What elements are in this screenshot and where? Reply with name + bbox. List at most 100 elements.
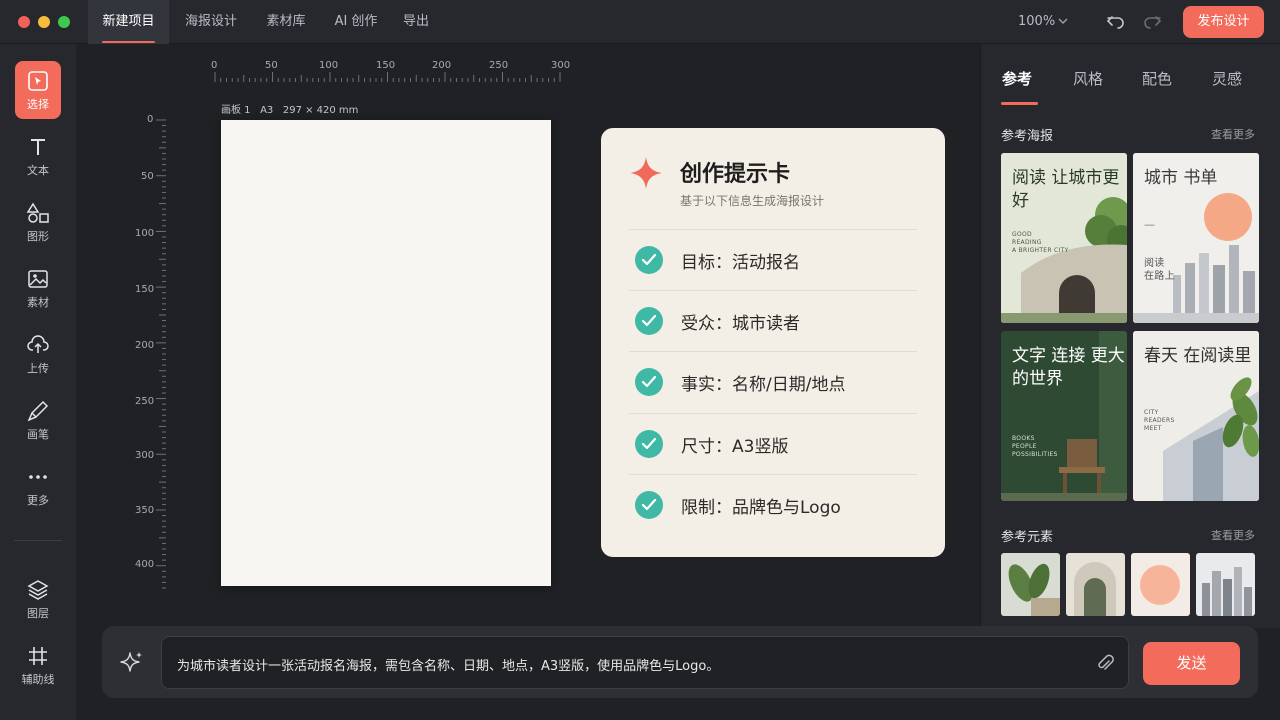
ruler-label: 150 <box>376 60 396 71</box>
reference-poster[interactable]: 城市 书单 — 阅读 在路上 <box>1133 153 1259 323</box>
tool-label: 辅助线 <box>21 673 55 686</box>
prompt-card-item: 事实：名称/日期/地点 <box>629 351 917 413</box>
artboard-dims: 297 × 420 mm <box>282 105 359 116</box>
left-toolbar: 选择 文本 图形 素材 上传 画笔 更多 图层 辅助线 <box>0 44 76 720</box>
artboard-size: A3 <box>260 105 274 116</box>
shapes-icon <box>26 202 49 223</box>
grid-icon <box>29 647 47 665</box>
artboard-label: 画板 1 A3 297 × 420 mm <box>221 101 358 116</box>
tool-label: 更多 <box>27 494 49 507</box>
toolbar-divider <box>14 540 62 541</box>
prompt-input[interactable]: 为城市读者设计一张活动报名海报，需包含名称、日期、地点，A3竖版，使用品牌色与L… <box>161 636 1129 689</box>
reference-poster[interactable]: 春天 在阅读里 CITY READERS MEET <box>1133 331 1259 501</box>
check-circle-icon <box>635 307 663 335</box>
send-button[interactable]: 发送 <box>1143 642 1240 685</box>
tool-select[interactable]: 选择 <box>15 61 61 119</box>
tool-more[interactable]: 更多 <box>15 457 61 515</box>
reference-poster[interactable]: 文字 连接 更大的世界 BOOKS PEOPLE POSSIBILITIES <box>1001 331 1127 501</box>
poster-subtitle: CITY READERS MEET <box>1144 409 1175 432</box>
prompt-card-item: 受众：城市读者 <box>629 290 917 352</box>
reference-poster[interactable]: 阅读 让城市更好 GOOD READING A BRIGHTER CITY <box>1001 153 1127 323</box>
tool-guides[interactable]: 辅助线 <box>15 636 61 694</box>
artboard-name: 画板 1 <box>221 105 251 116</box>
tab-reference[interactable]: 参考 <box>1002 68 1032 89</box>
zoom-value: 100% <box>1018 14 1056 29</box>
ruler-label: 50 <box>141 171 154 182</box>
tab-inspiration[interactable]: 灵感 <box>1212 68 1242 89</box>
publish-button[interactable]: 发布设计 <box>1183 6 1264 38</box>
tool-label: 素材 <box>27 296 49 309</box>
tab-export[interactable]: 导出 <box>395 0 437 44</box>
upload-icon <box>27 335 49 353</box>
poster-title: 阅读 让城市更好 <box>1012 168 1120 211</box>
prompt-card-item: 限制：品牌色与Logo <box>629 474 917 536</box>
tool-label: 画笔 <box>27 428 49 441</box>
check-circle-icon <box>635 430 663 458</box>
tab-style[interactable]: 风格 <box>1073 68 1103 89</box>
ruler-label: 350 <box>135 505 155 516</box>
elements-see-more-link[interactable]: 查看更多 <box>1211 527 1255 543</box>
prompt-card-subtitle: 基于以下信息生成海报设计 <box>680 194 825 208</box>
tab-asset-library[interactable]: 素材库 <box>255 0 317 44</box>
ruler-label: 150 <box>135 284 155 295</box>
tool-label: 上传 <box>27 362 49 375</box>
tab-ai-create[interactable]: AI 创作 <box>325 0 387 44</box>
artboard[interactable] <box>221 120 551 586</box>
tool-brush[interactable]: 画笔 <box>15 391 61 449</box>
more-icon <box>29 475 47 479</box>
tool-upload[interactable]: 上传 <box>15 325 61 383</box>
tool-assets[interactable]: 素材 <box>15 259 61 317</box>
element-thumbnail-plant[interactable] <box>1001 553 1060 616</box>
undo-icon[interactable] <box>1106 12 1126 32</box>
ruler-label: 400 <box>135 559 155 570</box>
zoom-dropdown[interactable]: 100% <box>1018 13 1068 31</box>
ruler-label: 200 <box>432 60 452 71</box>
ai-sparkle-icon[interactable] <box>120 650 144 674</box>
poster-title: 文字 连接 更大的世界 <box>1012 346 1125 389</box>
check-circle-icon <box>635 491 663 519</box>
right-panel: 参考 风格 配色 灵感 参考海报 查看更多 阅读 让城市更好 GOOD READ… <box>980 44 1280 628</box>
element-thumbnail-sun[interactable] <box>1131 553 1190 616</box>
ruler-label: 300 <box>135 450 155 461</box>
tool-label: 选择 <box>27 98 49 111</box>
prompt-card-item-text: 限制：品牌色与Logo <box>681 498 841 518</box>
prompt-card: 创作提示卡 基于以下信息生成海报设计 目标：活动报名 受众：城市读者 事实：名称… <box>601 128 945 557</box>
element-thumbnail-arch[interactable] <box>1066 553 1125 616</box>
image-icon <box>28 270 48 288</box>
tool-shapes[interactable]: 图形 <box>15 193 61 251</box>
poster-subtitle: BOOKS PEOPLE POSSIBILITIES <box>1012 435 1058 458</box>
paperclip-icon[interactable] <box>1096 653 1114 673</box>
prompt-card-item: 尺寸：A3竖版 <box>629 413 917 475</box>
prompt-card-item: 目标：活动报名 <box>629 229 917 291</box>
ruler-label: 0 <box>211 60 218 71</box>
tab-palette[interactable]: 配色 <box>1142 68 1172 89</box>
ruler-label: 300 <box>551 60 571 71</box>
check-circle-icon <box>635 368 663 396</box>
posters-see-more-link[interactable]: 查看更多 <box>1211 126 1255 142</box>
poster-dash: — <box>1144 218 1156 231</box>
brush-icon <box>27 400 49 422</box>
reference-posters-title: 参考海报 <box>1001 129 1054 144</box>
tool-label: 图层 <box>27 607 49 620</box>
select-icon <box>28 71 48 91</box>
prompt-card-item-text: 尺寸：A3竖版 <box>681 437 789 457</box>
ruler-label: 0 <box>147 114 154 125</box>
minimize-window-button[interactable] <box>38 16 50 28</box>
poster-subtitle: GOOD READING A BRIGHTER CITY <box>1012 231 1069 254</box>
poster-title: 春天 在阅读里 <box>1144 346 1252 366</box>
tool-layers[interactable]: 图层 <box>15 570 61 628</box>
redo-icon[interactable] <box>1142 12 1162 32</box>
tool-text[interactable]: 文本 <box>15 127 61 185</box>
title-bar: 新建项目 海报设计 素材库 AI 创作 导出 100% 发布设计 <box>0 0 1280 44</box>
plant-thumbnail-image <box>1001 553 1060 616</box>
text-icon <box>31 139 45 155</box>
maximize-window-button[interactable] <box>58 16 70 28</box>
prompt-card-item-text: 事实：名称/日期/地点 <box>681 375 846 395</box>
tab-poster-design[interactable]: 海报设计 <box>175 0 247 44</box>
element-thumbnail-city[interactable] <box>1196 553 1255 616</box>
ruler-label: 250 <box>135 396 155 407</box>
prompt-card-item-text: 受众：城市读者 <box>681 314 800 334</box>
tab-new-project[interactable]: 新建项目 <box>88 0 169 44</box>
close-window-button[interactable] <box>18 16 30 28</box>
ruler-label: 200 <box>135 340 155 351</box>
